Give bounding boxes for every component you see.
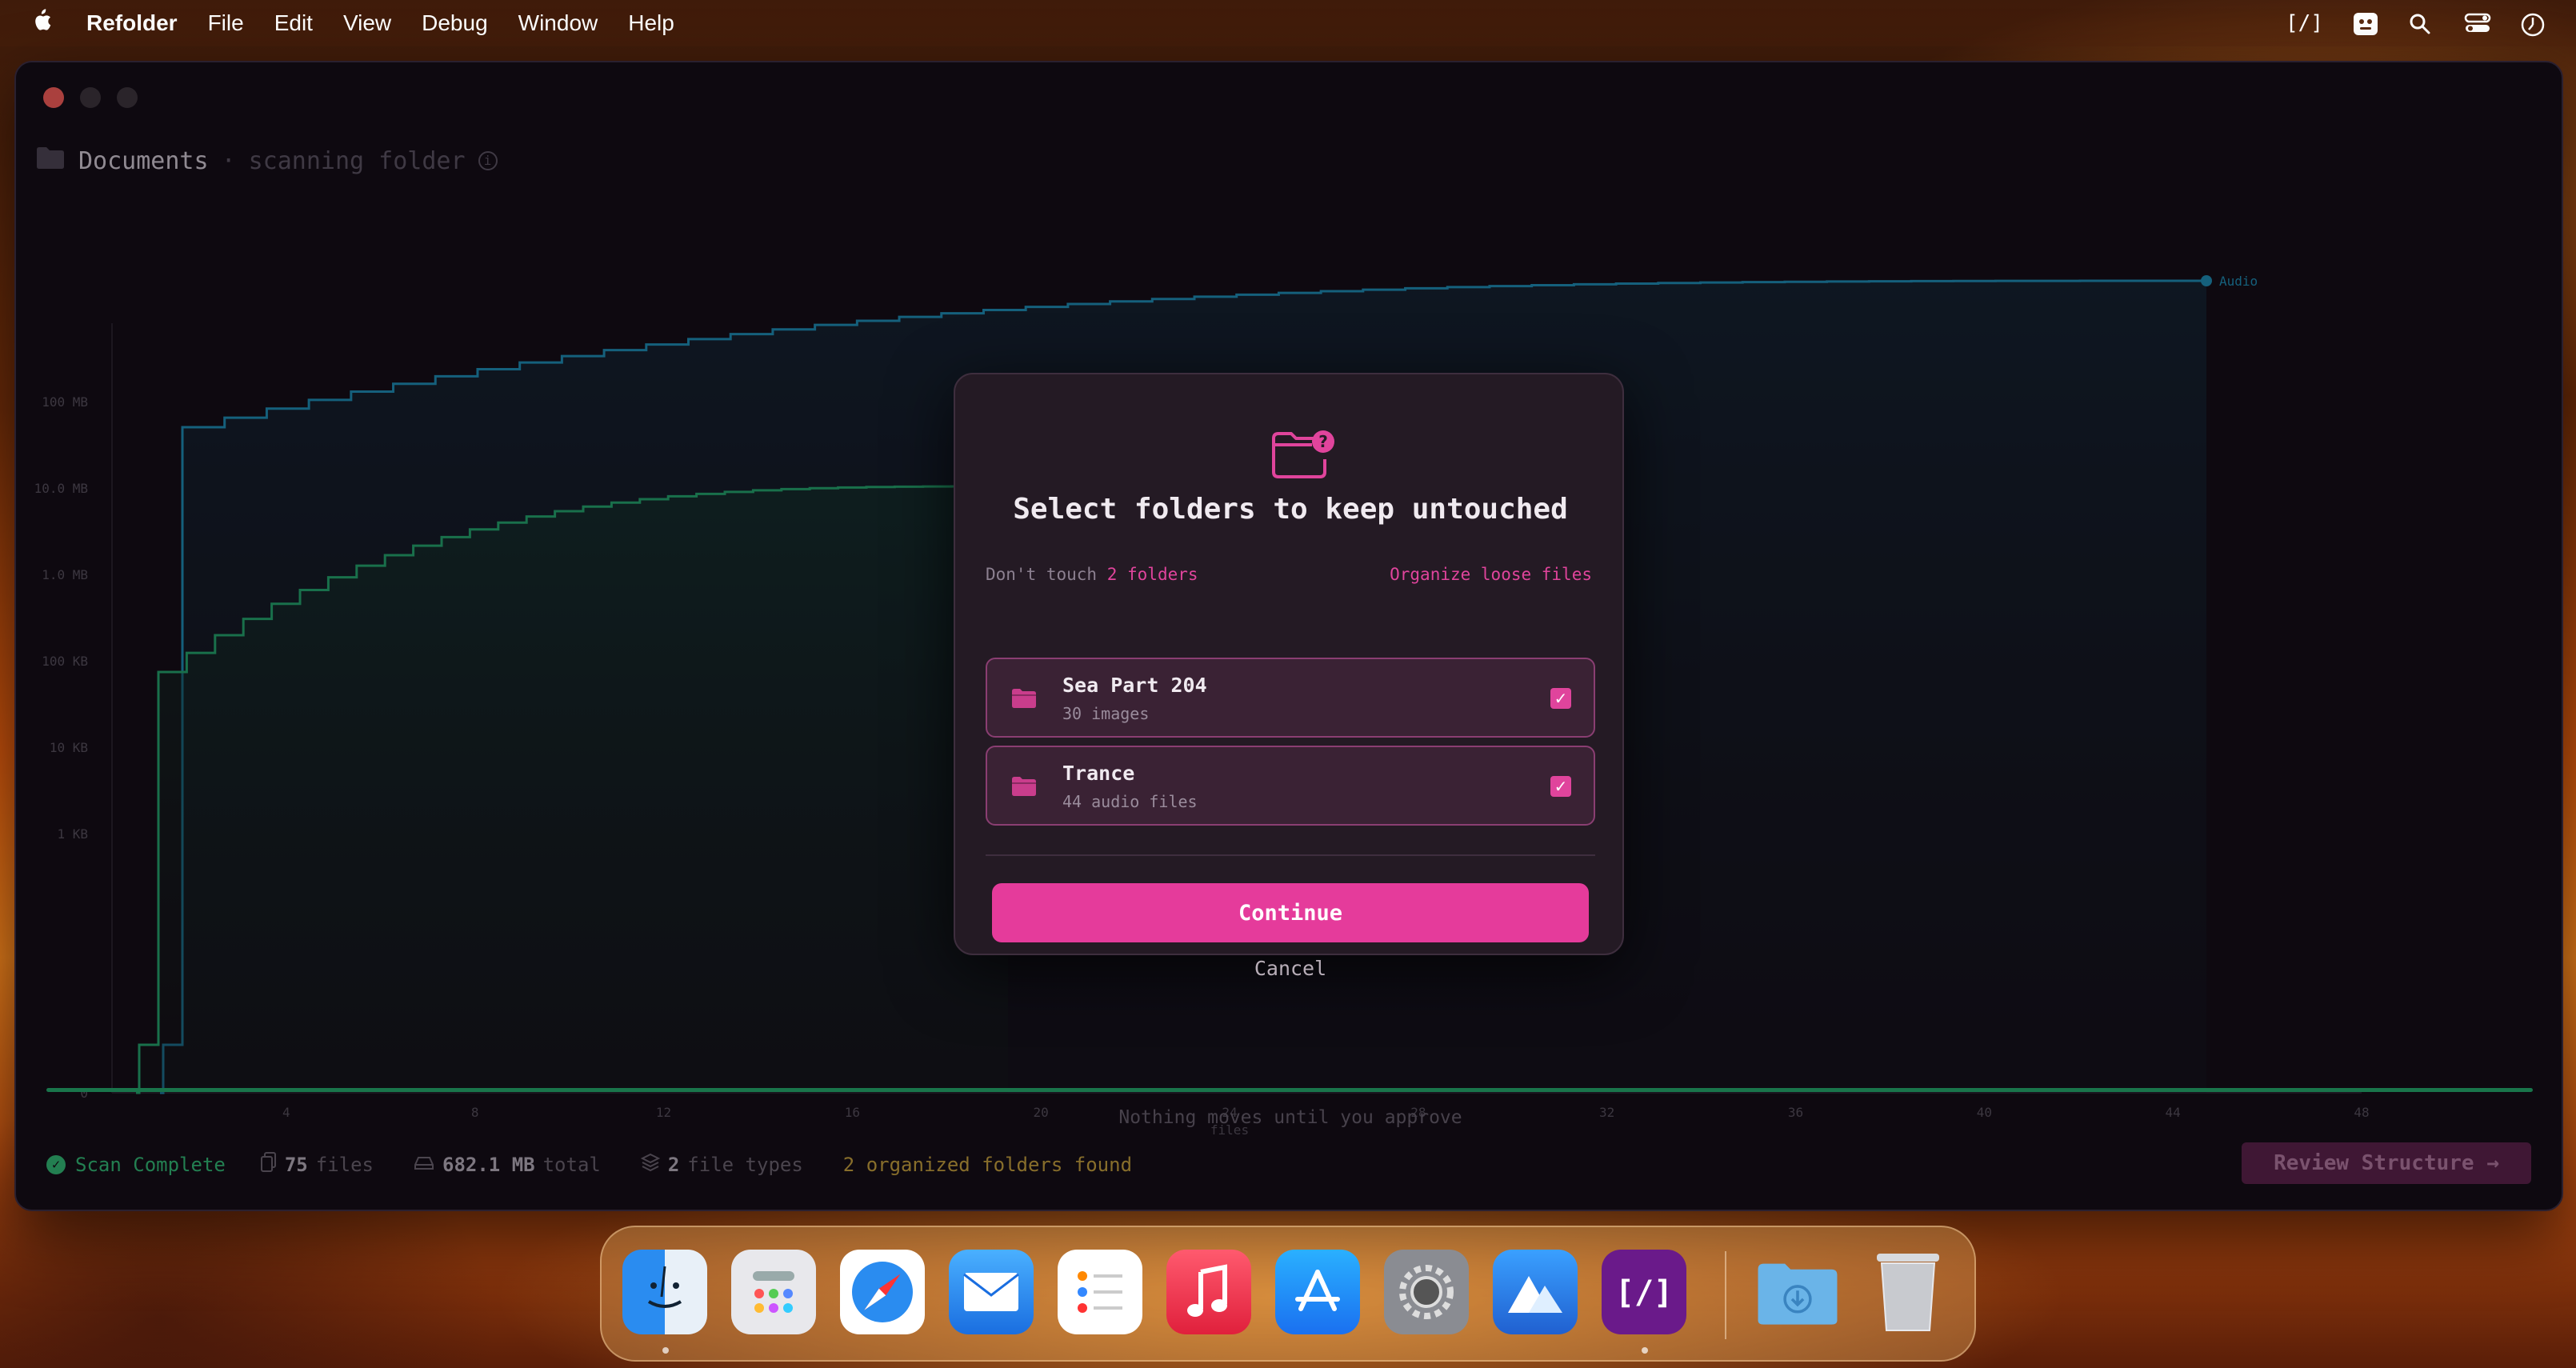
folder-option-row[interactable]: Sea Part 204 30 images ✓: [986, 658, 1595, 738]
dont-touch-label: Don't touch: [986, 565, 1098, 584]
folder-option-meta: 44 audio files: [1062, 792, 1198, 811]
folder-option-checkbox[interactable]: ✓: [1550, 776, 1571, 797]
spotlight-search-icon[interactable]: [2408, 12, 2435, 34]
control-center-icon[interactable]: [2464, 12, 2491, 34]
refolder-running-indicator: [1642, 1347, 1648, 1354]
keep-untouched-dialog: ? Select folders to keep untouched Don't…: [954, 373, 1624, 980]
menu-extra-face-icon[interactable]: [2352, 12, 2379, 35]
menu-debug[interactable]: Debug: [422, 10, 488, 36]
downloads-folder-icon[interactable]: [1755, 1250, 1840, 1334]
folder-question-icon: ?: [1270, 427, 1338, 480]
finder-running-indicator: [662, 1347, 669, 1354]
folder-option-checkbox[interactable]: ✓: [1550, 688, 1571, 709]
dialog-title: Select folders to keep untouched: [1013, 493, 1568, 526]
system-settings-icon[interactable]: [1384, 1250, 1469, 1334]
mail-icon[interactable]: [949, 1250, 1034, 1334]
altitude-app-icon[interactable]: [1493, 1250, 1578, 1334]
svg-text:[/]: [/]: [1615, 1274, 1673, 1311]
folder-icon: [1011, 688, 1037, 709]
cancel-button[interactable]: Cancel: [955, 957, 1626, 980]
svg-text:?: ?: [1318, 432, 1328, 451]
folder-option-row[interactable]: Trance 44 audio files ✓: [986, 746, 1595, 826]
dialog-subtitle: Don't touch 2 folders: [986, 565, 1198, 584]
launchpad-icon[interactable]: [731, 1250, 816, 1334]
menu-bar: Refolder File Edit View Debug Window Hel…: [0, 0, 2576, 46]
folder-option-name: Sea Part 204: [1062, 674, 1207, 697]
folder-option-name: Trance: [1062, 762, 1135, 785]
reminders-icon[interactable]: [1058, 1250, 1142, 1334]
folder-option-meta: 30 images: [1062, 704, 1150, 723]
organize-loose-files-link[interactable]: Organize loose files: [1390, 565, 1592, 584]
app-store-icon[interactable]: [1275, 1250, 1360, 1334]
menu-app-name[interactable]: Refolder: [86, 10, 178, 36]
apple-menu-icon[interactable]: [29, 7, 53, 39]
dock-separator: [1725, 1251, 1726, 1339]
menu-edit[interactable]: Edit: [274, 10, 313, 36]
selected-folder-count: 2 folders: [1106, 565, 1198, 584]
menu-view[interactable]: View: [343, 10, 391, 36]
folder-icon: [1011, 776, 1037, 797]
menu-file[interactable]: File: [208, 10, 244, 36]
menu-help[interactable]: Help: [628, 10, 674, 36]
clock-icon[interactable]: [2520, 12, 2547, 37]
continue-button[interactable]: Continue: [992, 883, 1589, 942]
refolder-app-icon[interactable]: [/]: [1602, 1250, 1686, 1334]
safari-icon[interactable]: [840, 1250, 925, 1334]
menu-window[interactable]: Window: [518, 10, 598, 36]
dialog-divider: [986, 854, 1595, 856]
finder-icon[interactable]: [622, 1250, 707, 1334]
music-icon[interactable]: [1166, 1250, 1251, 1334]
app-window: Documents · scanning folder i 100 MB 10.0…: [14, 61, 2563, 1211]
refolder-status-item[interactable]: [/]: [2286, 11, 2323, 35]
trash-icon[interactable]: [1866, 1250, 1950, 1334]
dock: [/]: [600, 1226, 1976, 1362]
